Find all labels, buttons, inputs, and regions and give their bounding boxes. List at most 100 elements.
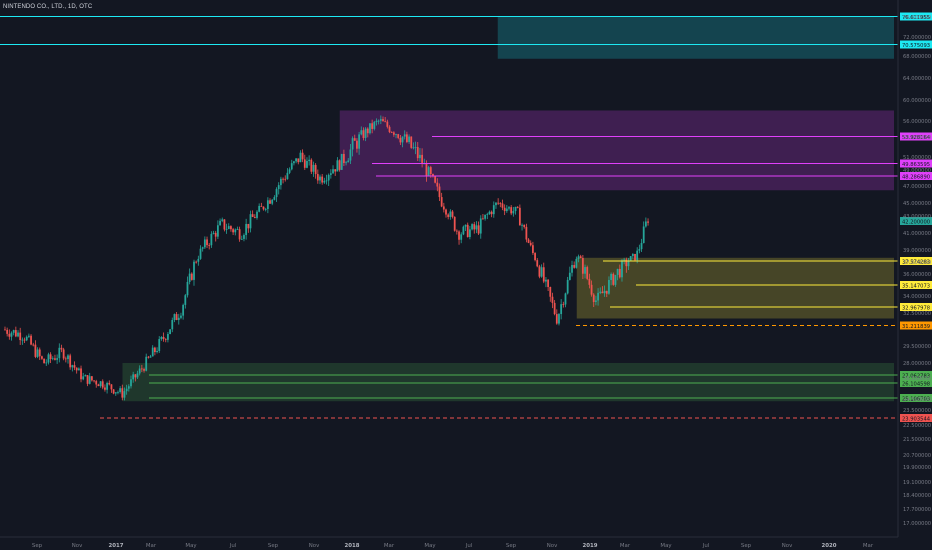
candle-body [332, 169, 334, 174]
price-chart[interactable]: 76.61195570.57509353.92816449.86359548.2… [0, 0, 932, 550]
x-axis-tick-label: Sep [268, 543, 279, 549]
candle-body [49, 354, 52, 359]
candle-body [560, 304, 563, 315]
candle-body [581, 258, 584, 274]
candle-body [121, 388, 124, 398]
candle-body [538, 266, 541, 277]
candle-body [366, 128, 369, 134]
candle-body [464, 224, 467, 227]
candle-body [477, 225, 480, 234]
candle-body [88, 376, 91, 384]
candle-body [616, 268, 619, 275]
candle-body [23, 339, 26, 341]
candle-body [449, 211, 452, 217]
candle-body [99, 381, 102, 387]
candle-body [312, 164, 315, 172]
candle-body [436, 182, 439, 187]
candle-body [32, 344, 35, 346]
candle-body [175, 314, 178, 321]
candle-body [497, 202, 500, 204]
candle-body [84, 375, 87, 377]
candle-body [284, 178, 287, 180]
candle-body [271, 199, 274, 204]
x-axis-tick-label: 2019 [582, 543, 597, 549]
candle-body [306, 161, 308, 168]
candle-body [210, 233, 213, 246]
candle-body [225, 228, 228, 230]
y-axis-tick-label: 43.000000 [903, 214, 931, 220]
candle-body [510, 207, 513, 214]
candle-body [97, 384, 100, 387]
candle-body [545, 279, 547, 282]
candle-body [75, 367, 78, 371]
candle-body [529, 242, 532, 246]
y-axis-tick-label: 53.000000 [903, 135, 931, 141]
candle-body [206, 239, 208, 246]
y-axis-tick-label: 45.000000 [903, 201, 931, 207]
candle-body [588, 278, 591, 285]
x-axis-tick-label: May [660, 543, 672, 549]
candle-body [484, 214, 487, 219]
candle-body [167, 333, 169, 340]
candle-body [56, 358, 59, 360]
candle-body [358, 134, 361, 149]
y-axis-tick-label: 19.100000 [903, 480, 931, 486]
candle-body [334, 169, 337, 172]
candle-body [592, 294, 595, 302]
candle-body [514, 206, 517, 212]
candle-body [212, 232, 215, 234]
candle-body [499, 203, 502, 204]
candle-body [623, 259, 626, 261]
candle-body [584, 267, 586, 274]
candle-body [501, 203, 504, 208]
candle-body [495, 202, 497, 206]
candle-body [190, 273, 193, 280]
candle-body [262, 206, 265, 210]
candle-body [503, 207, 506, 212]
candle-body [195, 261, 198, 263]
candle-body [627, 261, 630, 267]
candle-body [371, 123, 374, 129]
x-axis-tick-label: Nov [309, 543, 320, 549]
candle-body [475, 225, 478, 230]
candle-body [438, 186, 441, 198]
candle-body [536, 260, 539, 267]
candle-body [601, 291, 604, 294]
candle-body [377, 120, 380, 122]
candle-body [369, 123, 371, 134]
candle-body [310, 159, 313, 172]
candle-body [64, 358, 67, 360]
candle-body [319, 176, 321, 181]
candle-body [644, 221, 647, 227]
candle-body [482, 218, 484, 220]
candle-body [71, 365, 74, 368]
candle-body [60, 347, 63, 350]
cyan-zone [497, 17, 894, 59]
candle-body [34, 344, 37, 357]
candle-body [321, 176, 324, 183]
x-axis-tick-label: Mar [384, 543, 395, 549]
candle-body [216, 225, 219, 237]
candle-body [173, 314, 176, 320]
x-axis-tick-label: 2018 [344, 543, 359, 549]
level-price-label: 48.286890 [902, 174, 930, 180]
candle-body [93, 380, 95, 382]
candle-body [275, 189, 278, 198]
candle-body [408, 136, 410, 142]
candle-body [516, 206, 519, 208]
candle-body [605, 290, 608, 294]
candle-body [140, 368, 143, 370]
candle-body [30, 335, 32, 345]
candle-body [316, 174, 319, 181]
candle-body [251, 214, 254, 217]
x-axis-tick-label: Sep [32, 543, 43, 549]
y-axis-tick-label: 49.000000 [903, 168, 931, 174]
candle-body [43, 358, 45, 364]
x-axis-tick-label: Sep [741, 543, 752, 549]
candle-body [425, 163, 428, 176]
y-axis-tick-label: 19.900000 [903, 465, 931, 471]
candle-body [340, 153, 343, 170]
candle-body [610, 273, 613, 281]
candle-body [479, 218, 482, 234]
candle-body [273, 197, 276, 200]
